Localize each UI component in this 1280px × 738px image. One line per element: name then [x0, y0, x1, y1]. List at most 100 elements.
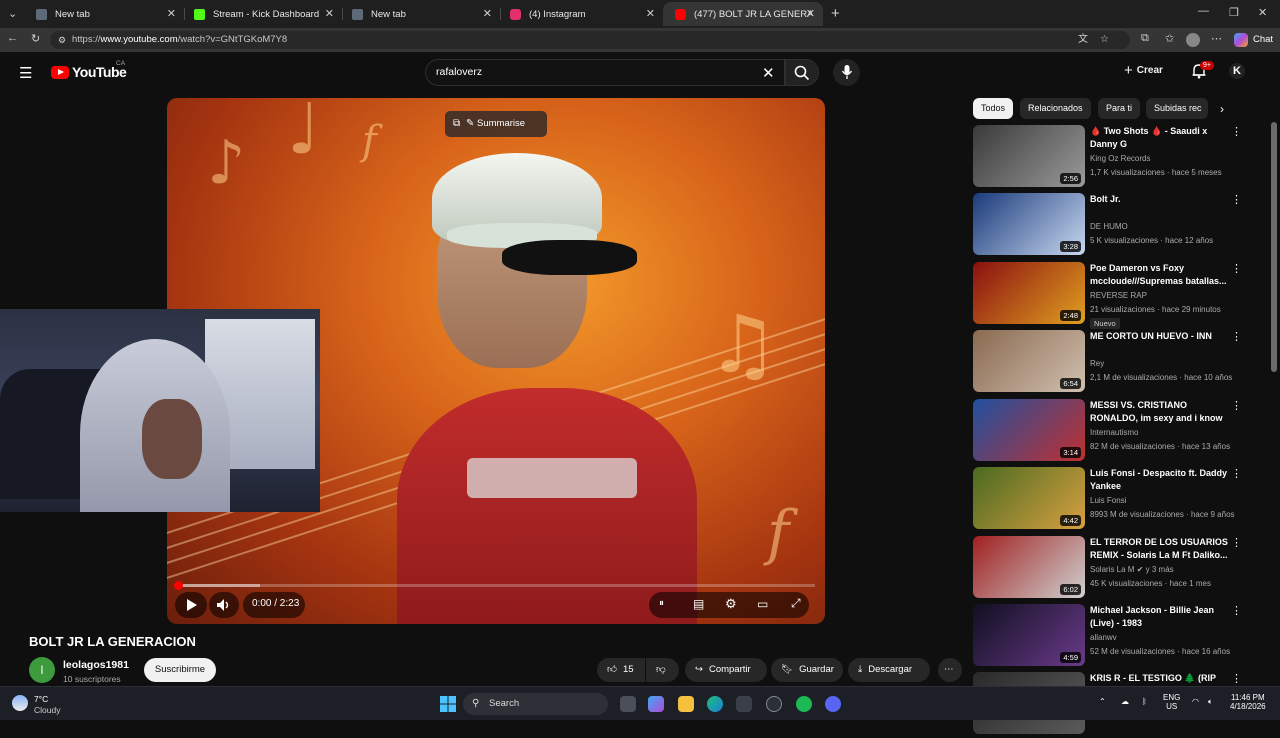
recommendation-item[interactable]: 2:56 🩸 Two Shots 🩸 - Saaudi x Danny G King… [973, 125, 1268, 189]
recommendation-thumbnail[interactable]: 6:54 [973, 330, 1085, 392]
favorites-icon[interactable]: ✩ [1165, 32, 1174, 45]
recommendation-title[interactable]: Bolt Jr. [1090, 193, 1230, 206]
browser-tab-active[interactable]: (477) BOLT JR LA GENERACION - Y ✕ [663, 2, 823, 26]
create-button[interactable]: + Crear [1124, 62, 1163, 79]
subscribe-button[interactable]: Suscribirme [144, 658, 216, 682]
tab-close-icon[interactable]: ✕ [167, 7, 176, 20]
more-options-icon[interactable]: ⋮ [1231, 467, 1242, 480]
tab-close-icon[interactable]: ✕ [646, 7, 655, 20]
youtube-logo[interactable]: YouTube CA [51, 60, 127, 80]
recommendation-channel[interactable]: Rey [1090, 359, 1104, 368]
tab-close-icon[interactable]: ✕ [483, 7, 492, 20]
download-button[interactable]: ⤓ Descargar [848, 658, 930, 682]
scrubber-handle[interactable] [174, 581, 183, 590]
recommendation-item[interactable]: 4:59 Michael Jackson - Billie Jean (Live)… [973, 604, 1268, 668]
recommendation-item[interactable]: 6:02 EL TERROR DE LOS USUARIOS REMIX - So… [973, 536, 1268, 600]
chip-todos[interactable]: Todos [973, 98, 1014, 119]
language-indicator[interactable]: ENG US [1163, 693, 1180, 711]
clear-search-icon[interactable]: ✕ [762, 64, 775, 82]
volume-button[interactable] [209, 592, 239, 618]
tray-chevron-icon[interactable]: ⌃ [1099, 697, 1106, 706]
browser-tab[interactable]: Stream - Kick Dashboard ✕ [182, 2, 342, 26]
chat-label[interactable]: Chat [1253, 34, 1273, 45]
wifi-icon[interactable]: ◠ [1192, 697, 1199, 706]
like-button[interactable]: 👍︎ 15 [597, 658, 645, 682]
share-button[interactable]: ↪ Compartir [685, 658, 767, 682]
channel-name[interactable]: leolagos1981 [63, 659, 129, 671]
tab-close-icon[interactable]: ✕ [806, 7, 815, 20]
recommendation-thumbnail[interactable]: 4:42 [973, 467, 1085, 529]
extensions-icon[interactable]: ⧉ [1141, 32, 1149, 45]
tab-close-icon[interactable]: ✕ [325, 7, 334, 20]
bluetooth-icon[interactable]: ᛒ [1142, 697, 1147, 706]
recommendation-channel[interactable]: REVERSE RAP [1090, 291, 1147, 300]
progress-bar[interactable] [174, 581, 815, 590]
edge-icon[interactable] [707, 696, 723, 712]
discord-icon[interactable] [825, 696, 841, 712]
weather-icon[interactable] [12, 695, 28, 711]
recommendation-title[interactable]: EL TERROR DE LOS USUARIOS REMIX - Solari… [1090, 536, 1230, 562]
autoplay-toggle-icon[interactable]: ⏸ [659, 598, 664, 609]
hamburger-menu-icon[interactable]: ☰ [19, 64, 32, 82]
recommendation-channel[interactable]: allanwv [1090, 633, 1117, 642]
more-options-icon[interactable]: ⋮ [1231, 604, 1242, 617]
recommendation-channel[interactable]: King Oz Records [1090, 154, 1150, 163]
dislike-button[interactable]: 👎︎ [646, 658, 679, 682]
taskbar-search[interactable]: ⚲ Search [463, 693, 608, 715]
menu-dots-icon[interactable]: ⋯ [1211, 32, 1222, 45]
spotify-icon[interactable] [796, 696, 812, 712]
theater-mode-icon[interactable]: ▭ [757, 597, 768, 611]
recommendation-channel[interactable]: DE HUMO [1090, 222, 1128, 231]
store-icon[interactable] [736, 696, 752, 712]
chip-relacionados[interactable]: Relacionados [1020, 98, 1091, 119]
recommendation-channel[interactable]: Luis Fonsi [1090, 496, 1126, 505]
bookmark-star-icon[interactable]: ☆ [1100, 31, 1109, 49]
profile-avatar[interactable] [1186, 33, 1200, 47]
chip-subidas-recientes[interactable]: Subidas rec [1146, 98, 1208, 119]
more-options-icon[interactable]: ⋮ [1231, 536, 1242, 549]
address-bar[interactable]: ⚙ https://www.youtube.com/watch?v=GNtTGK… [50, 31, 1130, 49]
file-explorer-icon[interactable] [678, 696, 694, 712]
recommendation-thumbnail[interactable]: 3:14 [973, 399, 1085, 461]
subtitles-icon[interactable]: ▤ [693, 597, 704, 611]
clock[interactable]: 11:46 PM 4/18/2026 [1230, 693, 1266, 711]
fullscreen-icon[interactable]: ⤢ [791, 596, 801, 611]
recommendation-channel[interactable]: Solaris La M ✔︎ y 3 más [1090, 565, 1174, 574]
cloud-icon[interactable]: ☁ [1121, 697, 1129, 706]
chip-para-ti[interactable]: Para ti [1098, 98, 1141, 119]
reload-icon[interactable]: ↻ [31, 32, 40, 45]
recommendation-item[interactable]: 2:48 Poe Dameron vs Foxy mccloude///Supre… [973, 262, 1268, 329]
more-options-icon[interactable]: ⋮ [1231, 672, 1242, 685]
account-avatar[interactable]: K [1229, 63, 1245, 79]
recommendation-thumbnail[interactable]: 6:02 [973, 536, 1085, 598]
settings-gear-icon[interactable]: ⚙ [725, 596, 737, 612]
more-options-icon[interactable]: ⋮ [1231, 330, 1242, 343]
more-options-icon[interactable]: ⋮ [1231, 125, 1242, 138]
task-view-icon[interactable] [620, 696, 636, 712]
restore-icon[interactable]: ❐ [1229, 6, 1239, 19]
recommendation-title[interactable]: Luis Fonsi - Despacito ft. Daddy Yankee [1090, 467, 1230, 493]
recommendation-item[interactable]: 4:42 Luis Fonsi - Despacito ft. Daddy Yan… [973, 467, 1268, 531]
tab-search-icon[interactable]: ⌄ [8, 7, 17, 20]
more-actions-button[interactable]: ⋯ [938, 658, 962, 682]
channel-avatar[interactable]: l [29, 657, 55, 683]
back-icon[interactable]: ← [7, 32, 18, 44]
more-options-icon[interactable]: ⋮ [1231, 262, 1242, 275]
recommendation-title[interactable]: MESSI VS. CRISTIANO RONALDO, im sexy and… [1090, 399, 1230, 426]
recommendation-title[interactable]: KRIS R - EL TESTIGO 🌲 (RIP [1090, 672, 1230, 685]
more-options-icon[interactable]: ⋮ [1231, 399, 1242, 412]
save-button[interactable]: 🔖︎ Guardar [771, 658, 843, 682]
minimize-icon[interactable]: — [1198, 5, 1209, 17]
recommendation-title[interactable]: Poe Dameron vs Foxy mccloude///Supremas … [1090, 262, 1230, 288]
search-button[interactable] [785, 59, 819, 86]
translate-icon[interactable]: 文 [1078, 31, 1088, 49]
recommendation-item[interactable]: 3:28 Bolt Jr. DE HUMO 5 K visualizaciones ·… [973, 193, 1268, 257]
voice-search-button[interactable] [833, 59, 860, 86]
recommendation-thumbnail[interactable]: 2:48 [973, 262, 1085, 324]
recommendation-thumbnail[interactable]: 2:56 [973, 125, 1085, 187]
copilot-icon[interactable] [1234, 33, 1248, 47]
browser-tab[interactable]: New tab ✕ [24, 2, 184, 26]
copilot-app-icon[interactable] [648, 696, 664, 712]
search-input[interactable]: rafaloverz [425, 59, 785, 86]
summarise-button[interactable]: ⧉ ✎ Summarise [445, 111, 547, 137]
